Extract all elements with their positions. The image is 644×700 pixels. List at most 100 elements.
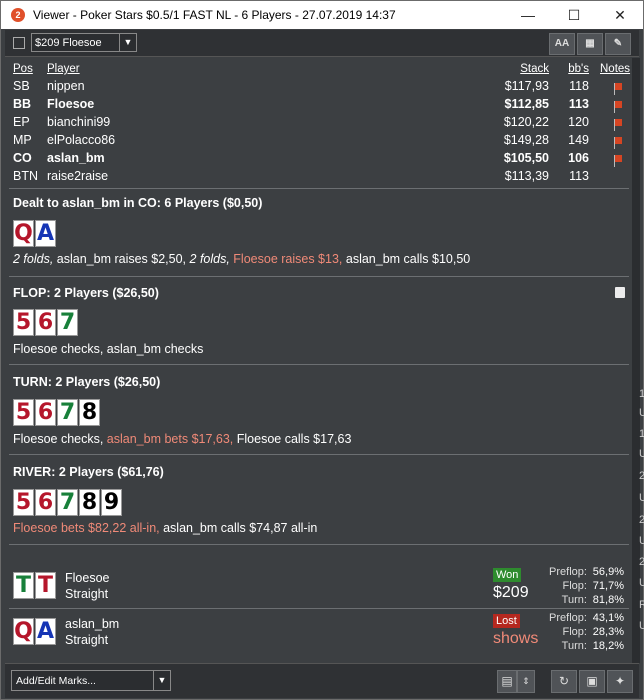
note-flag-icon[interactable] — [614, 101, 622, 113]
row-stack: $112,85 — [504, 97, 550, 111]
strip-char: U — [639, 535, 644, 547]
card-7: 7 — [57, 399, 78, 426]
card-7: 7 — [57, 489, 78, 516]
row-pos: EP — [13, 115, 30, 129]
title-bar[interactable]: 2 Viewer - Poker Stars $0.5/1 FAST NL - … — [1, 1, 643, 29]
toolbar: $209 Floesoe ▼ AA ▦ ✎ — [5, 30, 639, 57]
equity-label: Preflop: — [549, 612, 587, 624]
turn-cards: 5 6 7 8 — [13, 399, 100, 426]
equity-row: Preflop: 43,1% — [549, 611, 624, 625]
row-bbs: 149 — [568, 133, 589, 147]
bottom-bar: Add/Edit Marks... ▼ ▤ ⇕ ↻ ▣ ✦ — [5, 663, 639, 698]
flop-title: FLOP: 2 Players ($26,50) — [13, 286, 159, 300]
font-size-button[interactable]: AA — [549, 33, 575, 55]
row-pos: CO — [13, 151, 32, 165]
row-player: elPolacco86 — [47, 133, 116, 147]
card-6: 6 — [35, 399, 56, 426]
equity-value: 56,9% — [592, 566, 624, 578]
card-9: 9 — [101, 489, 122, 516]
card-ten: T — [13, 572, 34, 599]
player-select[interactable]: $209 Floesoe ▼ — [31, 33, 137, 52]
action-text: 2 folds, — [13, 252, 54, 266]
action-text: aslan_bm calls $74,87 all-in — [159, 521, 318, 535]
strip-char: U — [639, 577, 644, 589]
note-flag-icon[interactable] — [614, 119, 622, 131]
card-ten: T — [35, 572, 56, 599]
won-amount: $209 — [493, 584, 529, 601]
note-icon[interactable] — [615, 287, 625, 298]
row-player: nippen — [47, 79, 85, 93]
equity-block: Preflop: 43,1% Flop: 28,3% Turn: 18,2% — [549, 611, 624, 653]
action-text: Floesoe checks, — [13, 432, 104, 446]
refresh-icon[interactable]: ↻ — [551, 670, 577, 693]
header-player[interactable]: Player — [47, 63, 80, 75]
row-pos: BTN — [13, 169, 38, 183]
window-title: Viewer - Poker Stars $0.5/1 FAST NL - 6 … — [33, 8, 396, 22]
select-checkbox[interactable] — [13, 37, 25, 49]
header-stack[interactable]: Stack — [520, 63, 549, 75]
row-pos: SB — [13, 79, 30, 93]
table-row[interactable]: SB nippen $117,93 118 — [11, 79, 629, 97]
turn-title: TURN: 2 Players ($26,50) — [13, 375, 161, 389]
row-stack: $149,28 — [503, 133, 549, 147]
row-pos: BB — [13, 97, 32, 111]
divider — [9, 454, 629, 455]
table-row[interactable]: MP elPolacco86 $149,28 149 — [11, 133, 629, 151]
edit-pencil-icon[interactable]: ✎ — [605, 33, 631, 55]
equity-row: Preflop: 56,9% — [549, 565, 624, 579]
strip-char: U — [639, 492, 644, 504]
marks-select-value: Add/Edit Marks... — [16, 675, 96, 687]
preflop-title: Dealt to aslan_bm in CO: 6 Players ($0,5… — [13, 196, 263, 210]
equity-label: Turn: — [561, 640, 587, 652]
header-notes[interactable]: Notes — [600, 63, 630, 75]
result-hand: Straight — [65, 587, 109, 601]
strip-char: 2 — [639, 514, 644, 526]
save-icon[interactable]: ▣ — [579, 670, 605, 693]
vertical-scrollbar[interactable] — [632, 58, 640, 663]
note-flag-icon[interactable] — [614, 155, 622, 167]
equity-label: Preflop: — [549, 566, 587, 578]
row-bbs: 113 — [568, 97, 589, 111]
card-5: 5 — [13, 309, 34, 336]
clipboard-icon[interactable]: ▤ — [497, 670, 517, 693]
strip-char: 1 — [639, 428, 644, 440]
equity-value: 43,1% — [592, 612, 624, 624]
equity-value: 71,7% — [592, 580, 624, 592]
strip-char: R — [639, 599, 644, 611]
close-button[interactable]: ✕ — [597, 1, 643, 29]
note-flag-icon[interactable] — [614, 137, 622, 149]
action-text: aslan_bm calls $10,50 — [342, 252, 471, 266]
grid-icon[interactable]: ▦ — [577, 33, 603, 55]
row-pos: MP — [13, 133, 32, 147]
marks-select[interactable]: Add/Edit Marks... ▼ — [11, 670, 171, 691]
action-text: Floesoe raises $13, — [229, 252, 343, 266]
divider — [9, 188, 629, 189]
header-bbs[interactable]: bb's — [568, 63, 589, 75]
card-8: 8 — [79, 399, 100, 426]
table-row[interactable]: EP bianchini99 $120,22 120 — [11, 115, 629, 133]
strip-char: U — [639, 620, 644, 632]
card-6: 6 — [35, 309, 56, 336]
table-row[interactable]: BTN raise2raise $113,39 113 — [11, 169, 629, 187]
card-7: 7 — [57, 309, 78, 336]
result-cards: Q A — [13, 618, 56, 645]
table-row[interactable]: CO aslan_bm $105,50 106 — [11, 151, 629, 169]
row-stack: $113,39 — [504, 169, 549, 183]
equity-row: Flop: 28,3% — [549, 625, 624, 639]
river-cards: 5 6 7 8 9 — [13, 489, 122, 516]
divider — [9, 364, 629, 365]
equity-block: Preflop: 56,9% Flop: 71,7% Turn: 81,8% — [549, 565, 624, 607]
chevron-down-icon[interactable]: ▼ — [119, 34, 136, 51]
minimize-button[interactable]: — — [505, 1, 551, 29]
twitter-icon[interactable]: ✦ — [607, 670, 633, 693]
table-row[interactable]: BB Floesoe $112,85 113 — [11, 97, 629, 115]
note-flag-icon[interactable] — [614, 83, 622, 95]
strip-char: 2 — [639, 470, 644, 482]
chevron-down-icon[interactable]: ▼ — [153, 671, 170, 690]
action-text: aslan_bm bets $17,63, — [103, 432, 234, 446]
viewer-window: 2 Viewer - Poker Stars $0.5/1 FAST NL - … — [0, 0, 644, 700]
header-pos[interactable]: Pos — [13, 63, 33, 75]
stepper-icon[interactable]: ⇕ — [517, 670, 535, 693]
equity-label: Flop: — [562, 626, 587, 638]
maximize-button[interactable]: ☐ — [551, 1, 597, 29]
